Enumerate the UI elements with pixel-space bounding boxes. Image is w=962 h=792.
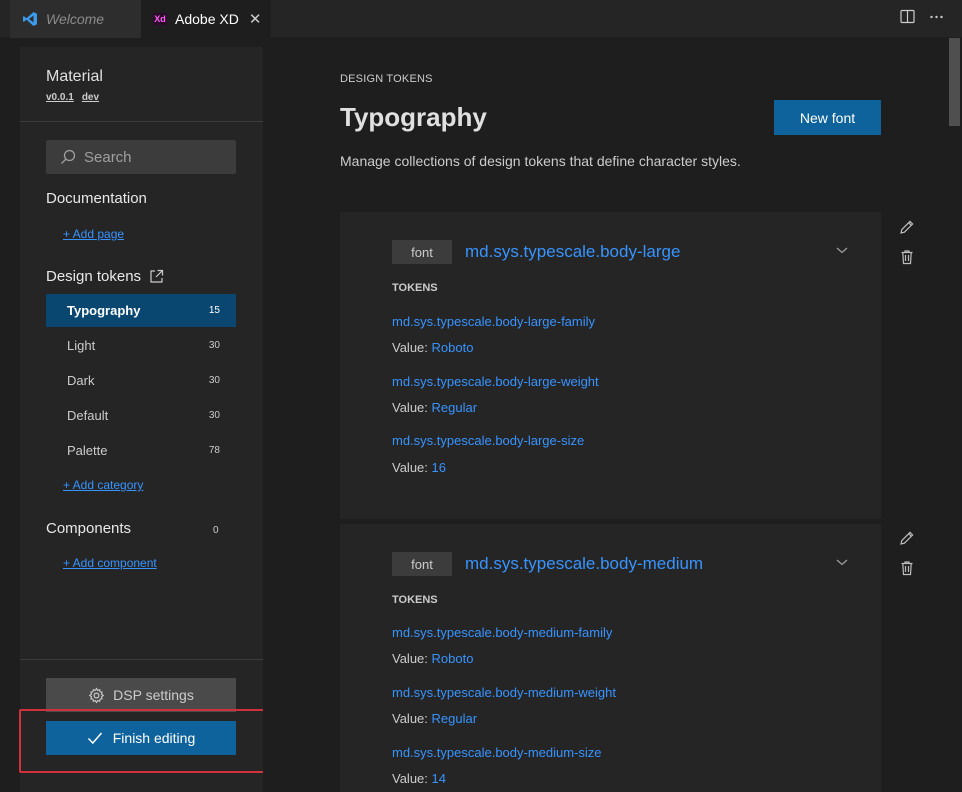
category-default[interactable]: Default 30 xyxy=(46,399,236,432)
add-category-link[interactable]: + Add category xyxy=(63,478,143,492)
token-value: Value: Regular xyxy=(392,400,477,415)
category-label: Typography xyxy=(67,303,141,318)
branch-link[interactable]: dev xyxy=(82,92,99,103)
value-text: 14 xyxy=(431,771,446,786)
gear-icon xyxy=(88,686,105,704)
design-tokens-label: Design tokens xyxy=(46,268,142,285)
split-editor-icon[interactable] xyxy=(900,9,915,27)
token-card: font md.sys.typescale.body-medium TOKENS… xyxy=(340,524,881,792)
page-title: Typography xyxy=(340,102,487,132)
add-page-link[interactable]: + Add page xyxy=(63,227,124,241)
category-count: 30 xyxy=(208,340,220,351)
category-palette[interactable]: Palette 78 xyxy=(46,434,236,467)
dsp-settings-label: DSP settings xyxy=(113,687,194,703)
category-label: Light xyxy=(67,338,96,353)
token-value: Value: Roboto xyxy=(392,651,473,666)
search-input[interactable]: Search xyxy=(46,140,236,174)
divider xyxy=(20,659,263,660)
trash-icon[interactable] xyxy=(899,249,915,265)
external-link-icon[interactable] xyxy=(149,269,164,284)
token-value: Value: Roboto xyxy=(392,340,473,355)
category-count: 30 xyxy=(208,375,220,386)
components-count: 0 xyxy=(213,525,219,536)
library-meta: v0.0.1 dev xyxy=(46,92,99,103)
chevron-down-icon[interactable] xyxy=(835,242,849,260)
search-placeholder: Search xyxy=(84,148,132,166)
section-eyebrow: DESIGN TOKENS xyxy=(340,73,433,85)
tab-adobe-xd[interactable]: Xd Adobe XD ✕ xyxy=(141,0,271,38)
search-icon xyxy=(60,149,76,165)
pencil-icon[interactable] xyxy=(899,219,915,235)
value-label: Value: xyxy=(392,340,428,355)
page-description: Manage collections of design tokens that… xyxy=(340,153,741,169)
library-title: Material xyxy=(46,68,103,85)
tab-welcome-label: Welcome xyxy=(46,11,105,27)
value-label: Value: xyxy=(392,771,428,786)
category-label: Dark xyxy=(67,373,95,388)
components-heading: Components xyxy=(46,520,132,537)
token-group-name[interactable]: md.sys.typescale.body-medium xyxy=(465,554,703,574)
value-label: Value: xyxy=(392,711,428,726)
category-count: 30 xyxy=(208,410,220,421)
category-label: Default xyxy=(67,408,109,423)
tab-welcome[interactable]: Welcome xyxy=(10,0,141,38)
tokens-heading: TOKENS xyxy=(392,594,438,606)
chevron-down-icon[interactable] xyxy=(835,554,849,572)
token-name-link[interactable]: md.sys.typescale.body-large-size xyxy=(392,433,584,448)
scrollbar-thumb[interactable] xyxy=(949,38,960,126)
design-tokens-heading: Design tokens xyxy=(46,268,164,285)
editor-tab-bar: Welcome Xd Adobe XD ✕ xyxy=(0,0,962,38)
token-group-name[interactable]: md.sys.typescale.body-large xyxy=(465,242,680,262)
value-text: Roboto xyxy=(431,340,474,355)
pencil-icon[interactable] xyxy=(899,530,915,546)
category-light[interactable]: Light 30 xyxy=(46,329,236,362)
version-link[interactable]: v0.0.1 xyxy=(46,92,74,103)
value-text: Regular xyxy=(431,400,478,415)
category-dark[interactable]: Dark 30 xyxy=(46,364,236,397)
category-typography[interactable]: Typography 15 xyxy=(46,294,236,327)
category-label: Palette xyxy=(67,443,108,458)
close-tab-icon[interactable]: ✕ xyxy=(249,10,262,28)
token-value: Value: Regular xyxy=(392,711,477,726)
token-name-link[interactable]: md.sys.typescale.body-large-family xyxy=(392,314,595,329)
adobe-xd-badge: Xd xyxy=(153,13,167,25)
dsp-settings-button[interactable]: DSP settings xyxy=(46,678,236,712)
value-label: Value: xyxy=(392,460,428,475)
value-label: Value: xyxy=(392,400,428,415)
category-count: 15 xyxy=(208,305,220,316)
vertical-scrollbar[interactable] xyxy=(947,38,962,792)
category-count: 78 xyxy=(208,445,220,456)
token-type-badge: font xyxy=(392,552,452,576)
trash-icon[interactable] xyxy=(899,560,915,576)
dsp-sidebar: Material v0.0.1 dev Search Documentation… xyxy=(20,47,263,792)
token-card: font md.sys.typescale.body-large TOKENS … xyxy=(340,212,881,519)
new-font-button[interactable]: New font xyxy=(774,100,881,135)
divider xyxy=(20,121,263,122)
token-type-badge: font xyxy=(392,240,452,264)
value-text: Regular xyxy=(431,711,478,726)
more-actions-icon[interactable] xyxy=(929,9,944,27)
vscode-logo-icon xyxy=(22,11,38,27)
token-name-link[interactable]: md.sys.typescale.body-medium-weight xyxy=(392,685,616,700)
token-name-link[interactable]: md.sys.typescale.body-large-weight xyxy=(392,374,599,389)
token-value: Value: 14 xyxy=(392,771,446,786)
token-value: Value: 16 xyxy=(392,460,446,475)
add-component-link[interactable]: + Add component xyxy=(63,556,157,570)
adobe-xd-icon: Xd xyxy=(153,13,167,25)
tokens-heading: TOKENS xyxy=(392,282,438,294)
documentation-heading: Documentation xyxy=(46,190,147,207)
token-name-link[interactable]: md.sys.typescale.body-medium-size xyxy=(392,745,602,760)
highlight-annotation xyxy=(19,709,272,773)
value-label: Value: xyxy=(392,651,428,666)
token-name-link[interactable]: md.sys.typescale.body-medium-family xyxy=(392,625,612,640)
tab-adobe-xd-label: Adobe XD xyxy=(175,11,239,27)
value-text: Roboto xyxy=(431,651,474,666)
value-text: 16 xyxy=(431,460,446,475)
left-gutter xyxy=(0,38,10,792)
